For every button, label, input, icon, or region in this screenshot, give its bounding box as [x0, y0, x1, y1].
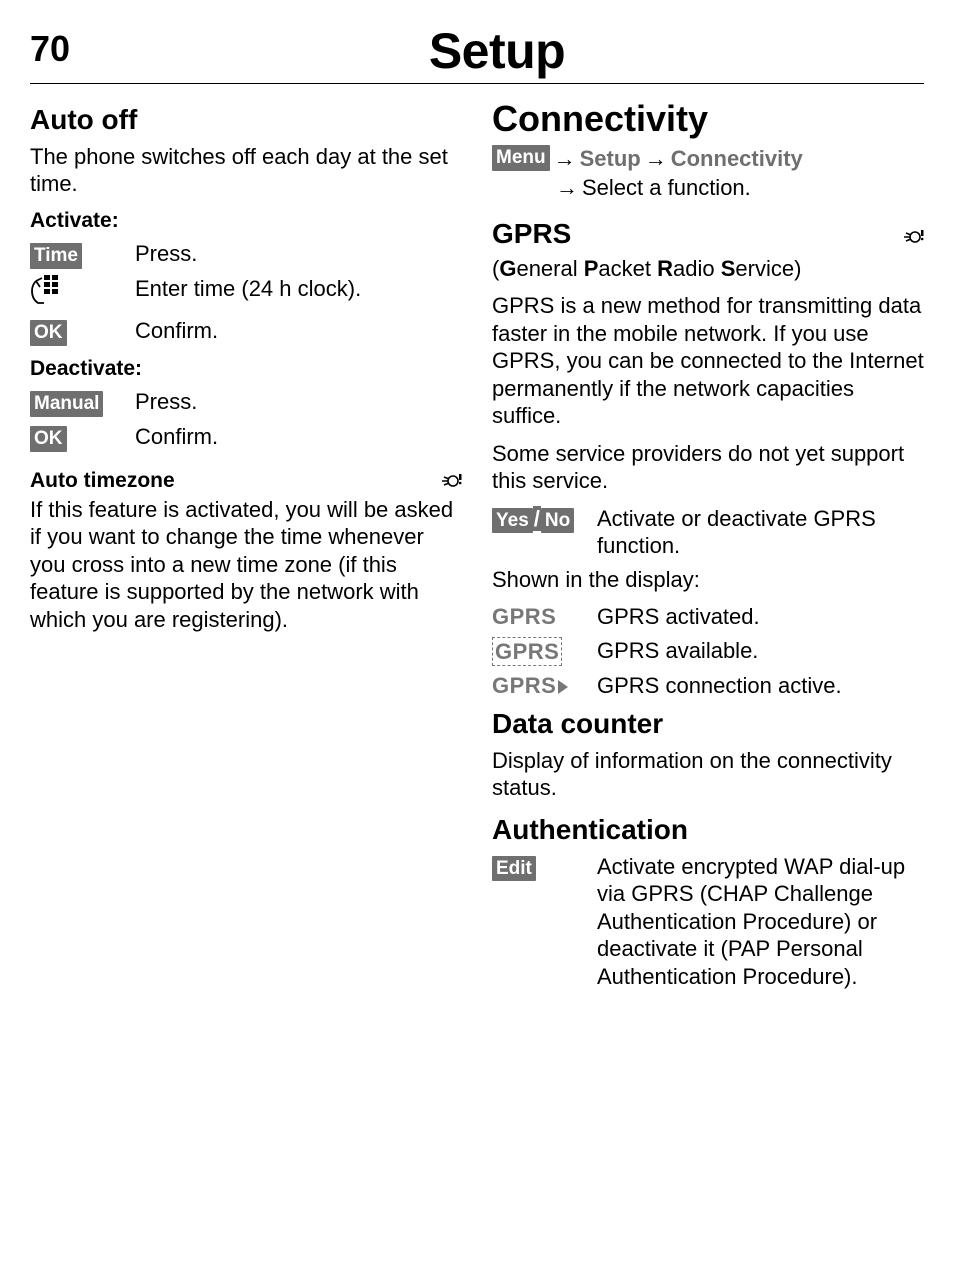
ok-row: OK Confirm. — [30, 317, 462, 346]
manual-row: Manual Press. — [30, 388, 462, 417]
path-select-function: Select a function. — [582, 174, 751, 202]
network-icon — [440, 466, 462, 494]
edit-softkey[interactable]: Edit — [492, 856, 536, 882]
page-header: 70 Setup — [30, 20, 924, 84]
gprs-status-1: GPRS GPRS activated. — [492, 603, 924, 631]
gprs-status-2: GPRS GPRS available. — [492, 637, 924, 667]
yes-no-desc: Activate or deactivate GPRS function. — [597, 505, 924, 560]
gprs-body1: GPRS is a new method for transmitting da… — [492, 292, 924, 430]
deactivate-label: Deactivate: — [30, 356, 462, 382]
data-counter-heading: Data counter — [492, 706, 924, 741]
gprs-status2-desc: GPRS available. — [597, 637, 924, 665]
ok-softkey[interactable]: OK — [30, 320, 67, 346]
gprs-status-label-active: GPRS — [492, 672, 556, 700]
edit-row: Edit Activate encrypted WAP dial-up via … — [492, 853, 924, 991]
yes-softkey[interactable]: Yes — [492, 508, 533, 534]
menu-softkey[interactable]: Menu — [492, 145, 550, 171]
arrow-icon: → — [645, 145, 667, 173]
enter-time-row: Enter time (24 h clock). — [30, 275, 462, 312]
edit-desc: Activate encrypted WAP dial-up via GPRS … — [597, 853, 924, 991]
ok2-row: OK Confirm. — [30, 423, 462, 452]
auto-timezone-body: If this feature is activated, you will b… — [30, 496, 462, 634]
yes-no-row: Yes/No Activate or deactivate GPRS funct… — [492, 505, 924, 560]
keypad-icon — [30, 275, 64, 305]
left-column: Auto off The phone switches off each day… — [30, 96, 462, 997]
ok2-desc: Confirm. — [135, 423, 462, 451]
play-triangle-icon — [558, 680, 568, 694]
ok2-softkey[interactable]: OK — [30, 426, 67, 452]
activate-label: Activate: — [30, 208, 462, 234]
time-softkey[interactable]: Time — [30, 243, 82, 269]
path-setup: Setup — [580, 145, 641, 173]
gprs-expansion: (General Packet Radio Service) — [492, 255, 924, 283]
manual-desc: Press. — [135, 388, 462, 416]
no-softkey[interactable]: No — [541, 508, 574, 534]
gprs-body2: Some service providers do not yet suppor… — [492, 440, 924, 495]
manual-softkey[interactable]: Manual — [30, 391, 103, 417]
authentication-heading: Authentication — [492, 812, 924, 847]
ok-desc: Confirm. — [135, 317, 462, 345]
arrow-icon: → — [556, 174, 578, 202]
path-connectivity: Connectivity — [671, 145, 803, 173]
gprs-status3-desc: GPRS connection active. — [597, 672, 924, 700]
data-counter-body: Display of information on the connectivi… — [492, 747, 924, 802]
gprs-status-label-solid: GPRS — [492, 603, 592, 631]
page-title: Setup — [70, 20, 924, 83]
auto-timezone-heading: Auto timezone — [30, 468, 175, 494]
content-columns: Auto off The phone switches off each day… — [30, 96, 924, 997]
menu-path-line2: → Select a function. — [492, 174, 924, 202]
menu-path-line1: Menu → Setup → Connectivity — [492, 145, 924, 173]
gprs-heading: GPRS — [492, 216, 571, 251]
time-desc: Press. — [135, 240, 462, 268]
right-column: Connectivity Menu → Setup → Connectivity… — [492, 96, 924, 997]
auto-off-heading: Auto off — [30, 102, 462, 137]
page-number: 70 — [30, 20, 70, 71]
gprs-status1-desc: GPRS activated. — [597, 603, 924, 631]
time-row: Time Press. — [30, 240, 462, 269]
network-icon — [902, 222, 924, 250]
enter-time-desc: Enter time (24 h clock). — [135, 275, 462, 303]
auto-off-intro: The phone switches off each day at the s… — [30, 143, 462, 198]
gprs-status-label-dashed: GPRS — [492, 637, 562, 667]
connectivity-heading: Connectivity — [492, 96, 924, 141]
shown-in-display: Shown in the display: — [492, 566, 924, 594]
arrow-icon: → — [554, 145, 576, 173]
gprs-status-3: GPRS GPRS connection active. — [492, 672, 924, 700]
